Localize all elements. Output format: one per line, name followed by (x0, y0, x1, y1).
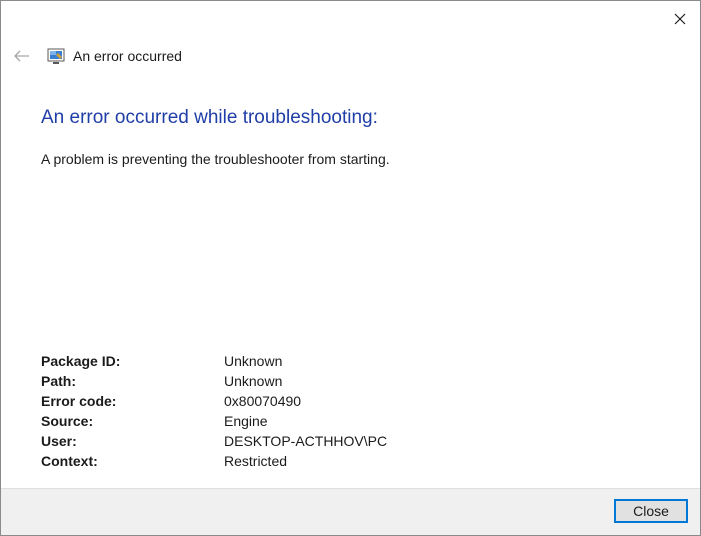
dialog-footer: Close (1, 488, 700, 535)
detail-row-path: Path: Unknown (41, 371, 387, 391)
detail-label: Error code: (41, 393, 117, 409)
detail-value: DESKTOP-ACTHHOV\PC (224, 433, 388, 449)
detail-label: Path: (41, 373, 76, 389)
close-button[interactable]: Close (614, 499, 688, 523)
close-icon (674, 13, 686, 25)
back-arrow-icon (14, 50, 29, 62)
detail-label: Context: (41, 453, 98, 469)
detail-value: Engine (224, 413, 268, 429)
detail-label: Package ID: (41, 353, 121, 369)
detail-label: Source: (41, 413, 94, 429)
window-title: An error occurred (73, 48, 182, 64)
dialog-window: An error occurred An error occurred whil… (0, 0, 701, 536)
detail-row-error-code: Error code: 0x80070490 (41, 391, 387, 411)
window-close-button[interactable] (666, 7, 694, 31)
detail-row-source: Source: Engine (41, 411, 387, 431)
detail-value: Restricted (224, 453, 288, 469)
detail-row-package-id: Package ID: Unknown (41, 351, 387, 371)
page-heading: An error occurred while troubleshooting: (41, 107, 378, 128)
detail-row-user: User: DESKTOP-ACTHHOV\PC (41, 431, 387, 451)
error-details: Package ID: Unknown Path: Unknown Error … (41, 351, 387, 471)
back-button[interactable] (11, 47, 33, 65)
header: An error occurred (11, 47, 182, 65)
detail-value: 0x80070490 (224, 393, 302, 409)
error-description: A problem is preventing the troubleshoot… (41, 151, 390, 167)
detail-value: Unknown (224, 353, 283, 369)
troubleshooter-icon (47, 48, 65, 64)
detail-label: User: (41, 433, 77, 449)
detail-row-context: Context: Restricted (41, 451, 387, 471)
detail-value: Unknown (224, 373, 283, 389)
